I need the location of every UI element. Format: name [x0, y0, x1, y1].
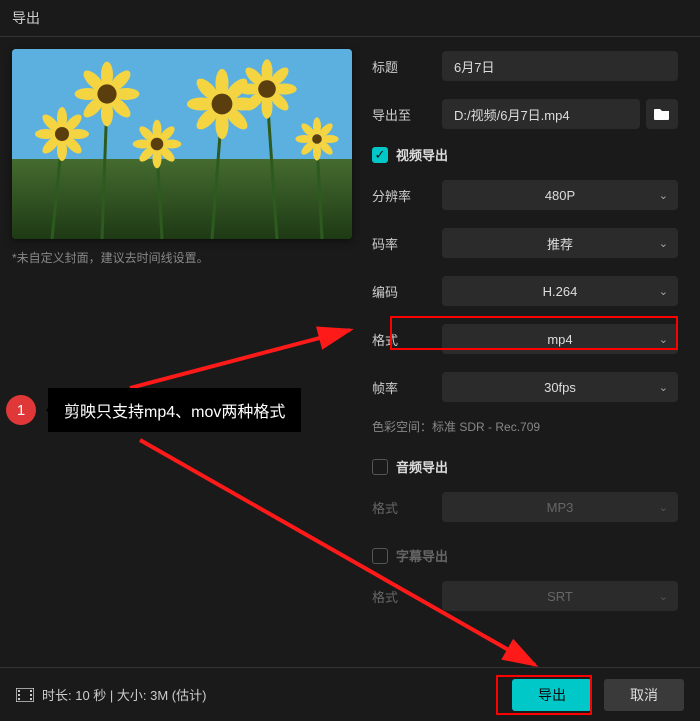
fps-dropdown[interactable]: 30fps⌄ — [442, 372, 678, 402]
audio-format-dropdown: MP3⌄ — [442, 492, 678, 522]
annotation-text: 剪映只支持mp4、mov两种格式 — [48, 388, 301, 432]
cover-preview[interactable] — [12, 49, 352, 239]
chevron-down-icon: ⌄ — [659, 590, 668, 603]
subtitle-format-dropdown: SRT⌄ — [442, 581, 678, 611]
export-path-label: 导出至 — [372, 105, 442, 124]
fps-label: 帧率 — [372, 378, 442, 397]
footer-info: 时长: 10 秒 | 大小: 3M (估计) — [42, 685, 512, 704]
bitrate-dropdown[interactable]: 推荐⌄ — [442, 228, 678, 258]
subtitle-format-label: 格式 — [372, 587, 442, 606]
annotation-callout: 1 剪映只支持mp4、mov两种格式 — [6, 388, 301, 432]
chevron-down-icon: ⌄ — [659, 237, 668, 250]
video-export-section-title: 视频导出 — [396, 145, 448, 164]
subtitle-export-checkbox[interactable] — [372, 548, 388, 564]
codec-dropdown[interactable]: H.264⌄ — [442, 276, 678, 306]
chevron-down-icon: ⌄ — [659, 189, 668, 202]
cancel-button[interactable]: 取消 — [604, 679, 684, 711]
chevron-down-icon: ⌄ — [659, 501, 668, 514]
chevron-down-icon: ⌄ — [659, 333, 668, 346]
video-format-label: 格式 — [372, 330, 442, 349]
video-export-checkbox[interactable]: ✓ — [372, 147, 388, 163]
title-label: 标题 — [372, 57, 442, 76]
export-path-input[interactable]: D:/视频/6月7日.mp4 — [442, 99, 640, 129]
chevron-down-icon: ⌄ — [659, 285, 668, 298]
audio-export-section-title: 音频导出 — [396, 457, 448, 476]
folder-icon — [654, 107, 670, 121]
audio-format-label: 格式 — [372, 498, 442, 517]
export-button[interactable]: 导出 — [512, 679, 592, 711]
check-icon: ✓ — [375, 147, 386, 163]
color-space-info: 色彩空间：标准 SDR - Rec.709 — [372, 418, 678, 435]
footer: 时长: 10 秒 | 大小: 3M (估计) 导出 取消 — [0, 667, 700, 721]
chevron-down-icon: ⌄ — [659, 381, 668, 394]
audio-export-checkbox[interactable] — [372, 459, 388, 475]
video-format-dropdown[interactable]: mp4⌄ — [442, 324, 678, 354]
resolution-dropdown[interactable]: 480P⌄ — [442, 180, 678, 210]
annotation-number: 1 — [6, 395, 36, 425]
title-input[interactable]: 6月7日 — [442, 51, 678, 81]
window-title: 导出 — [0, 0, 700, 37]
bitrate-label: 码率 — [372, 234, 442, 253]
subtitle-export-section-title: 字幕导出 — [396, 546, 448, 565]
resolution-label: 分辨率 — [372, 186, 442, 205]
film-icon — [16, 688, 34, 702]
codec-label: 编码 — [372, 282, 442, 301]
cover-hint: *未自定义封面，建议去时间线设置。 — [12, 249, 350, 266]
browse-folder-button[interactable] — [646, 99, 678, 129]
